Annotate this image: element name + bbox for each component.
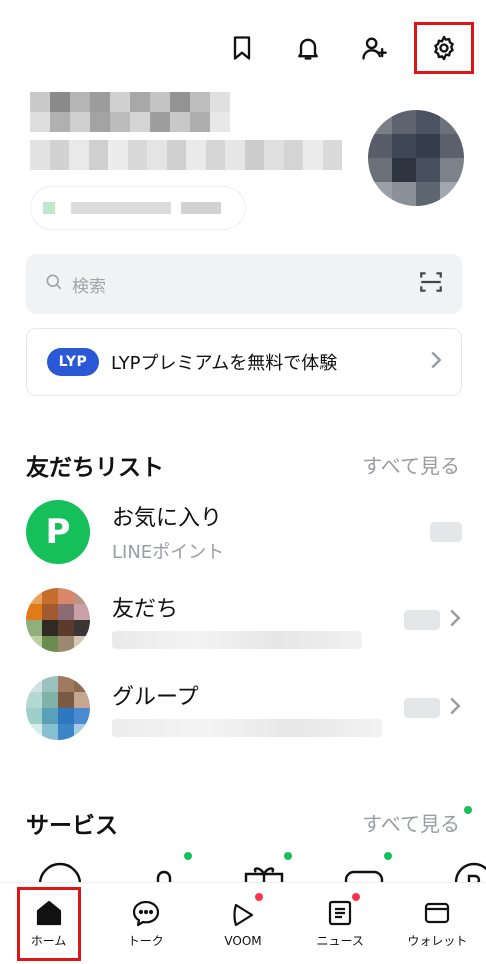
profile-status-blurred: [30, 140, 342, 170]
search-icon: [44, 272, 64, 296]
chevron-right-icon: [448, 696, 462, 720]
line-points-avatar: P: [26, 500, 90, 564]
settings-highlight-box: [414, 22, 474, 74]
avatar-letter: P: [45, 512, 71, 552]
nav-wallet[interactable]: ウォレット: [389, 883, 486, 964]
nav-talk[interactable]: トーク: [97, 883, 194, 964]
list-item-groups[interactable]: グループ: [26, 672, 462, 744]
chevron-right-icon: [448, 608, 462, 632]
bell-icon[interactable]: [290, 30, 326, 66]
home-icon: [36, 900, 61, 926]
nav-news[interactable]: ニュース: [292, 883, 389, 964]
chat-icon: [132, 900, 159, 927]
list-item-subtitle: LINEポイント: [112, 542, 225, 563]
service-new-dot: [384, 852, 392, 860]
nav-label: ホーム: [30, 934, 67, 948]
nav-label: ウォレット: [407, 934, 468, 948]
news-icon: [329, 900, 352, 926]
bottom-navigation: ホーム トーク VOOM ニュース ウォレット: [0, 882, 486, 964]
home-highlight-box: ホーム: [16, 886, 81, 961]
qr-scan-icon[interactable]: [418, 269, 444, 299]
list-item-subtitle-blurred: [112, 719, 382, 737]
list-item-favorites[interactable]: P お気に入り LINEポイント: [26, 496, 462, 568]
nav-home[interactable]: ホーム: [0, 883, 97, 964]
nav-voom[interactable]: VOOM: [194, 883, 291, 964]
bookmark-icon[interactable]: [224, 30, 260, 66]
count-badge-blurred: [404, 698, 440, 718]
count-badge-blurred: [430, 522, 462, 542]
my-avatar[interactable]: [368, 110, 464, 206]
friends-see-all-link[interactable]: すべて見る: [362, 450, 460, 479]
services-section-title: サービス: [26, 813, 118, 839]
profile-name-blurred[interactable]: [30, 92, 230, 132]
top-bar: [224, 22, 474, 74]
friends-avatar: [26, 588, 90, 652]
list-item-friends[interactable]: 友だち: [26, 584, 462, 656]
groups-avatar: [26, 676, 90, 740]
nav-label: トーク: [127, 934, 164, 948]
list-item-title: お気に入り: [112, 506, 223, 531]
nav-label: ニュース: [316, 934, 364, 948]
add-friend-icon[interactable]: [356, 30, 392, 66]
lyp-banner-text: LYPプレミアムを無料で体験: [111, 353, 338, 374]
search-bar[interactable]: 検索: [26, 254, 462, 314]
nav-label: VOOM: [224, 933, 262, 948]
voom-icon: [233, 903, 254, 926]
news-notification-dot: [351, 893, 360, 901]
chevron-right-icon: [429, 350, 443, 374]
count-badge-blurred: [404, 610, 440, 630]
settings-icon[interactable]: [426, 30, 462, 66]
list-item-title: 友だち: [112, 597, 179, 622]
services-see-all-link[interactable]: すべて見る: [362, 808, 460, 837]
list-item-subtitle-blurred: [112, 631, 362, 649]
friends-section-title: 友だちリスト: [26, 455, 164, 481]
lyp-premium-banner[interactable]: LYP LYPプレミアムを無料で体験: [26, 328, 462, 396]
profile-status-pill[interactable]: [30, 186, 246, 230]
services-new-dot: [464, 806, 472, 814]
voom-notification-dot: [255, 893, 264, 901]
list-item-title: グループ: [112, 685, 199, 710]
service-new-dot: [284, 852, 292, 860]
service-new-dot: [184, 852, 192, 860]
search-input[interactable]: 検索: [72, 272, 418, 297]
lyp-badge: LYP: [47, 348, 99, 376]
wallet-icon: [425, 902, 450, 924]
